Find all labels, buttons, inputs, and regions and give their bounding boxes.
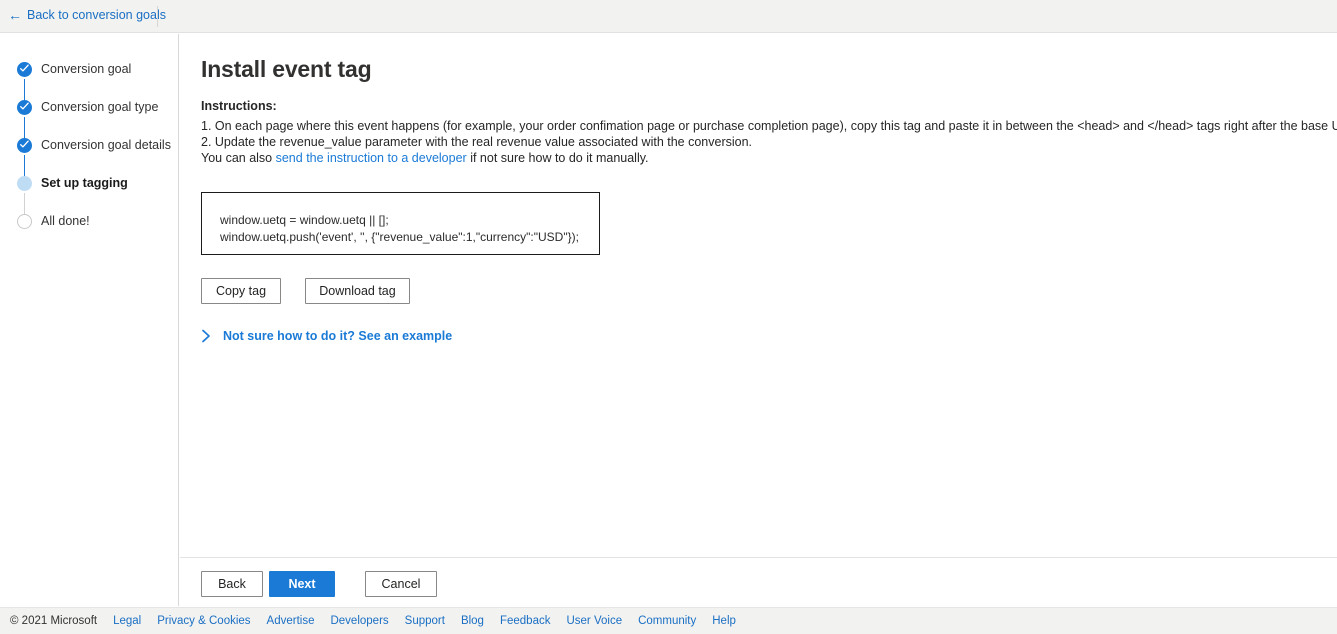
top-bar: ← Back to conversion goals: [0, 0, 1337, 33]
footer-link-advertise[interactable]: Advertise: [267, 615, 315, 627]
sidebar-step-all-done[interactable]: All done!: [17, 212, 177, 250]
sidebar-step-label: Conversion goal: [41, 62, 132, 76]
chevron-right-icon: [202, 329, 210, 343]
back-to-conversion-goals-link[interactable]: ← Back to conversion goals: [8, 8, 166, 22]
event-tag-code: window.uetq = window.uetq || []; window.…: [220, 212, 579, 246]
send-instruction-to-developer-link[interactable]: send the instruction to a developer: [276, 151, 467, 165]
install-event-tag-page: ← Back to conversion goals Conversion go…: [0, 0, 1337, 634]
step-marker: [17, 62, 32, 102]
step-marker: [17, 138, 32, 178]
tag-action-buttons: Copy tag Download tag: [201, 278, 410, 304]
see-an-example-toggle[interactable]: Not sure how to do it? See an example: [201, 329, 452, 343]
instruction-line-3: You can also send the instruction to a d…: [201, 150, 1321, 166]
code-line-1: window.uetq = window.uetq || [];: [220, 213, 389, 227]
step-status-complete-icon: [17, 62, 32, 77]
page-title: Install event tag: [201, 56, 372, 82]
footer-link-legal[interactable]: Legal: [113, 615, 141, 627]
step-marker: [17, 100, 32, 140]
step-status-complete-icon: [17, 100, 32, 115]
code-line-2: window.uetq.push('event', '', {"revenue_…: [220, 230, 579, 244]
sidebar-step-label: Conversion goal type: [41, 100, 159, 114]
footer-link-help[interactable]: Help: [712, 615, 736, 627]
topbar-divider: [157, 6, 158, 27]
step-status-complete-icon: [17, 138, 32, 153]
footer-link-privacy-cookies[interactable]: Privacy & Cookies: [157, 615, 250, 627]
page-footer: © 2021 Microsoft Legal Privacy & Cookies…: [0, 607, 1337, 634]
back-button[interactable]: Back: [201, 571, 263, 597]
step-status-current-icon: [17, 176, 32, 191]
sidebar-step-set-up-tagging[interactable]: Set up tagging: [17, 174, 177, 216]
sidebar-step-conversion-goal-type[interactable]: Conversion goal type: [17, 98, 177, 140]
next-button[interactable]: Next: [269, 571, 335, 597]
footer-link-feedback[interactable]: Feedback: [500, 615, 551, 627]
wizard-sidebar: Conversion goal Conversion goal type Con…: [0, 34, 179, 606]
sidebar-step-conversion-goal[interactable]: Conversion goal: [17, 60, 177, 102]
instructions-body: 1. On each page where this event happens…: [201, 118, 1337, 166]
step-marker: [17, 176, 32, 216]
footer-link-community[interactable]: Community: [638, 615, 696, 627]
footer-link-blog[interactable]: Blog: [461, 615, 484, 627]
event-tag-code-box[interactable]: window.uetq = window.uetq || []; window.…: [201, 192, 600, 255]
action-bar-separator: [180, 557, 1337, 558]
footer-link-developers[interactable]: Developers: [330, 615, 388, 627]
sidebar-step-label: Conversion goal details: [41, 138, 171, 152]
check-icon: [20, 102, 29, 110]
check-icon: [20, 140, 29, 148]
step-status-pending-icon: [17, 214, 32, 229]
footer-link-support[interactable]: Support: [405, 615, 445, 627]
copyright-text: © 2021 Microsoft: [10, 615, 98, 627]
main-content: Install event tag Instructions: 1. On ea…: [180, 34, 1337, 606]
check-icon: [20, 64, 29, 72]
cancel-button[interactable]: Cancel: [365, 571, 437, 597]
arrow-left-icon: ←: [8, 7, 22, 23]
see-an-example-label: Not sure how to do it? See an example: [223, 329, 453, 343]
sidebar-step-label: Set up tagging: [41, 176, 128, 190]
instruction-line-1: 1. On each page where this event happens…: [201, 119, 1337, 133]
copy-tag-button[interactable]: Copy tag: [201, 278, 281, 304]
instructions-heading: Instructions:: [201, 99, 277, 113]
instruction-line-3-prefix: You can also: [201, 151, 276, 165]
footer-link-user-voice[interactable]: User Voice: [566, 615, 622, 627]
step-marker: [17, 214, 32, 229]
back-link-label: Back to conversion goals: [27, 8, 166, 22]
sidebar-step-conversion-goal-details[interactable]: Conversion goal details: [17, 136, 177, 178]
wizard-steps: Conversion goal Conversion goal type Con…: [17, 60, 177, 250]
wizard-action-bar: Back Next Cancel: [201, 571, 437, 597]
download-tag-button[interactable]: Download tag: [305, 278, 410, 304]
instruction-line-2: 2. Update the revenue_value parameter wi…: [201, 135, 753, 149]
instruction-line-3-suffix: if not sure how to do it manually.: [466, 151, 649, 165]
sidebar-step-label: All done!: [41, 214, 90, 228]
